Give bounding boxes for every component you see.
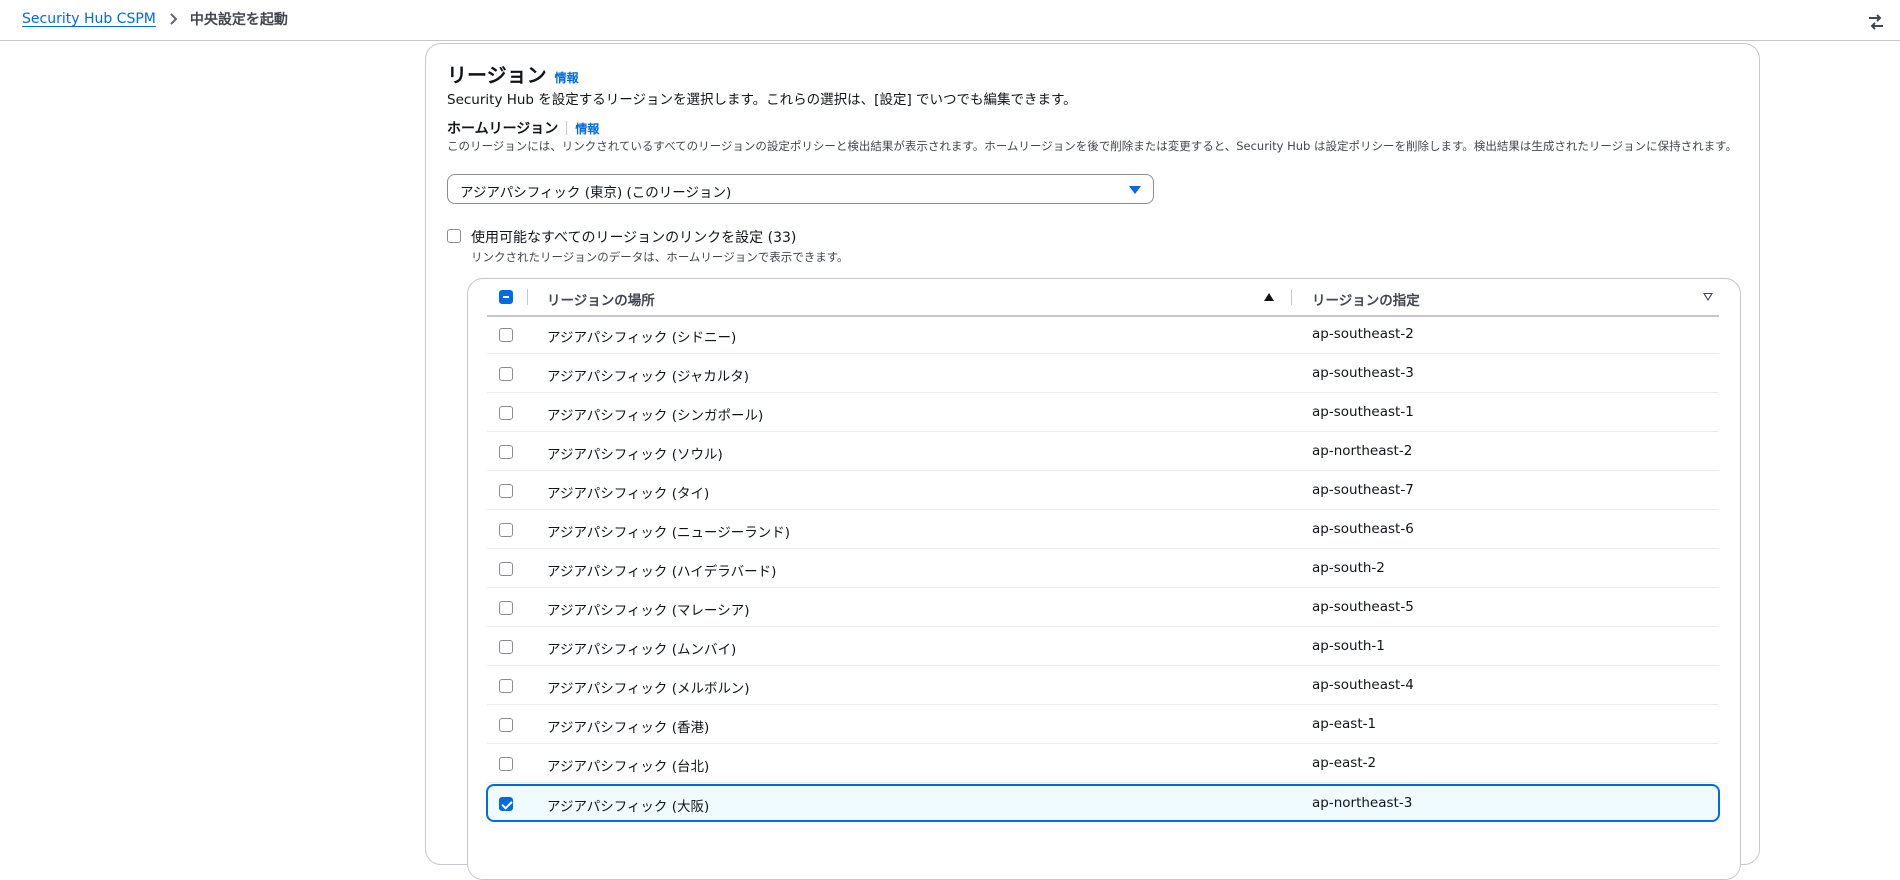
chevron-right-icon [166, 12, 180, 26]
row-checkbox[interactable] [499, 757, 513, 771]
region-location-cell: アジアパシフィック (シドニー) [547, 330, 737, 346]
home-region-label-row: ホームリージョン 情報 [447, 118, 599, 138]
sort-descending-icon[interactable] [1703, 293, 1713, 301]
row-checkbox[interactable] [499, 797, 513, 811]
region-code-cell: ap-southeast-2 [1312, 326, 1414, 342]
region-code-cell: ap-southeast-1 [1312, 404, 1414, 420]
link-all-regions-option: 使用可能なすべてのリージョンのリンクを設定 (33) リンクされたリージョンのデ… [447, 227, 849, 265]
home-region-info-link[interactable]: 情報 [575, 120, 599, 137]
table-row[interactable]: アジアパシフィック (ソウル) ap-northeast-2 [487, 433, 1719, 471]
region-code-cell: ap-northeast-3 [1312, 795, 1413, 811]
table-row[interactable]: アジアパシフィック (ニュージーランド) ap-southeast-6 [487, 511, 1719, 549]
column-header-code[interactable]: リージョンの指定 [1312, 289, 1420, 309]
table-row[interactable]: アジアパシフィック (マレーシア) ap-southeast-5 [487, 589, 1719, 627]
table-row[interactable]: アジアパシフィック (ハイデラバード) ap-south-2 [487, 550, 1719, 588]
region-location-cell: アジアパシフィック (ジャカルタ) [547, 369, 750, 385]
region-code-cell: ap-southeast-6 [1312, 521, 1414, 537]
region-location-cell: アジアパシフィック (メルボルン) [547, 681, 750, 697]
row-checkbox[interactable] [499, 718, 513, 732]
column-header-location[interactable]: リージョンの場所 [547, 289, 655, 309]
sort-ascending-icon[interactable] [1264, 293, 1274, 301]
table-row[interactable]: アジアパシフィック (タイ) ap-southeast-7 [487, 472, 1719, 510]
row-checkbox[interactable] [499, 445, 513, 459]
settings-sliders-icon[interactable] [1866, 12, 1886, 32]
home-region-label: ホームリージョン [447, 121, 559, 137]
section-title: リージョン [447, 63, 547, 87]
region-location-cell: アジアパシフィック (ムンバイ) [547, 642, 737, 658]
top-bar: Security Hub CSPM 中央設定を起動 [0, 0, 1900, 41]
table-row[interactable]: アジアパシフィック (台北) ap-east-2 [487, 745, 1719, 783]
row-checkbox[interactable] [499, 367, 513, 381]
region-location-cell: アジアパシフィック (タイ) [547, 486, 710, 502]
row-checkbox[interactable] [499, 562, 513, 576]
row-checkbox[interactable] [499, 601, 513, 615]
regions-container: リージョン 情報 Security Hub を設定するリージョンを選択します。こ… [425, 43, 1760, 880]
regions-table: リージョンの場所 リージョンの指定 アジアパシフィック (シドニー) ap-sou… [467, 278, 1741, 880]
link-all-regions-description: リンクされたリージョンのデータは、ホームリージョンで表示できます。 [471, 250, 849, 264]
caret-down-icon [1129, 186, 1141, 194]
section-info-link[interactable]: 情報 [555, 69, 579, 86]
region-location-cell: アジアパシフィック (大阪) [547, 799, 710, 815]
region-location-cell: アジアパシフィック (香港) [547, 720, 710, 736]
table-row[interactable]: アジアパシフィック (シンガポール) ap-southeast-1 [487, 394, 1719, 432]
link-all-regions-checkbox[interactable] [447, 229, 461, 243]
column-divider [1291, 289, 1292, 305]
table-row[interactable]: アジアパシフィック (ジャカルタ) ap-southeast-3 [487, 355, 1719, 393]
breadcrumb: Security Hub CSPM 中央設定を起動 [22, 9, 288, 29]
region-code-cell: ap-northeast-2 [1312, 443, 1413, 459]
table-header: リージョンの場所 リージョンの指定 [487, 279, 1719, 317]
region-code-cell: ap-southeast-5 [1312, 599, 1414, 615]
region-code-cell: ap-southeast-7 [1312, 482, 1414, 498]
region-location-cell: アジアパシフィック (ハイデラバード) [547, 564, 777, 580]
region-location-cell: アジアパシフィック (ニュージーランド) [547, 525, 790, 541]
table-row[interactable]: アジアパシフィック (香港) ap-east-1 [487, 706, 1719, 744]
region-code-cell: ap-southeast-4 [1312, 677, 1414, 693]
divider [566, 121, 568, 135]
region-code-cell: ap-southeast-3 [1312, 365, 1414, 381]
region-code-cell: ap-south-2 [1312, 560, 1385, 576]
table-row[interactable]: アジアパシフィック (メルボルン) ap-southeast-4 [487, 667, 1719, 705]
table-row[interactable]: アジアパシフィック (ムンバイ) ap-south-1 [487, 628, 1719, 666]
section-description: Security Hub を設定するリージョンを選択します。これらの選択は、[設… [447, 92, 1077, 108]
row-checkbox[interactable] [499, 328, 513, 342]
region-location-cell: アジアパシフィック (台北) [547, 759, 710, 775]
home-region-select[interactable]: アジアパシフィック (東京) (このリージョン) [447, 174, 1154, 204]
region-location-cell: アジアパシフィック (シンガポール) [547, 408, 764, 424]
region-code-cell: ap-east-2 [1312, 755, 1377, 771]
row-checkbox[interactable] [499, 640, 513, 654]
row-checkbox[interactable] [499, 484, 513, 498]
region-code-cell: ap-south-1 [1312, 638, 1385, 654]
select-all-checkbox[interactable] [499, 290, 513, 304]
breadcrumb-current: 中央設定を起動 [189, 12, 288, 28]
row-checkbox[interactable] [499, 406, 513, 420]
breadcrumb-link-security-hub[interactable]: Security Hub CSPM [22, 11, 156, 27]
row-checkbox[interactable] [499, 523, 513, 537]
region-code-cell: ap-east-1 [1312, 716, 1377, 732]
home-region-select-value: アジアパシフィック (東京) (このリージョン) [460, 185, 732, 201]
column-divider [527, 289, 528, 305]
table-row[interactable]: アジアパシフィック (シドニー) ap-southeast-2 [487, 316, 1719, 354]
region-location-cell: アジアパシフィック (マレーシア) [547, 603, 750, 619]
section-header: リージョン 情報 [447, 59, 579, 88]
home-region-description: このリージョンには、リンクされているすべてのリージョンの設定ポリシーと検出結果が… [447, 139, 1737, 153]
region-location-cell: アジアパシフィック (ソウル) [547, 447, 723, 463]
link-all-regions-label[interactable]: 使用可能なすべてのリージョンのリンクを設定 (33) [471, 227, 849, 247]
row-checkbox[interactable] [499, 679, 513, 693]
table-row[interactable]: アジアパシフィック (大阪) ap-northeast-3 [486, 784, 1720, 822]
